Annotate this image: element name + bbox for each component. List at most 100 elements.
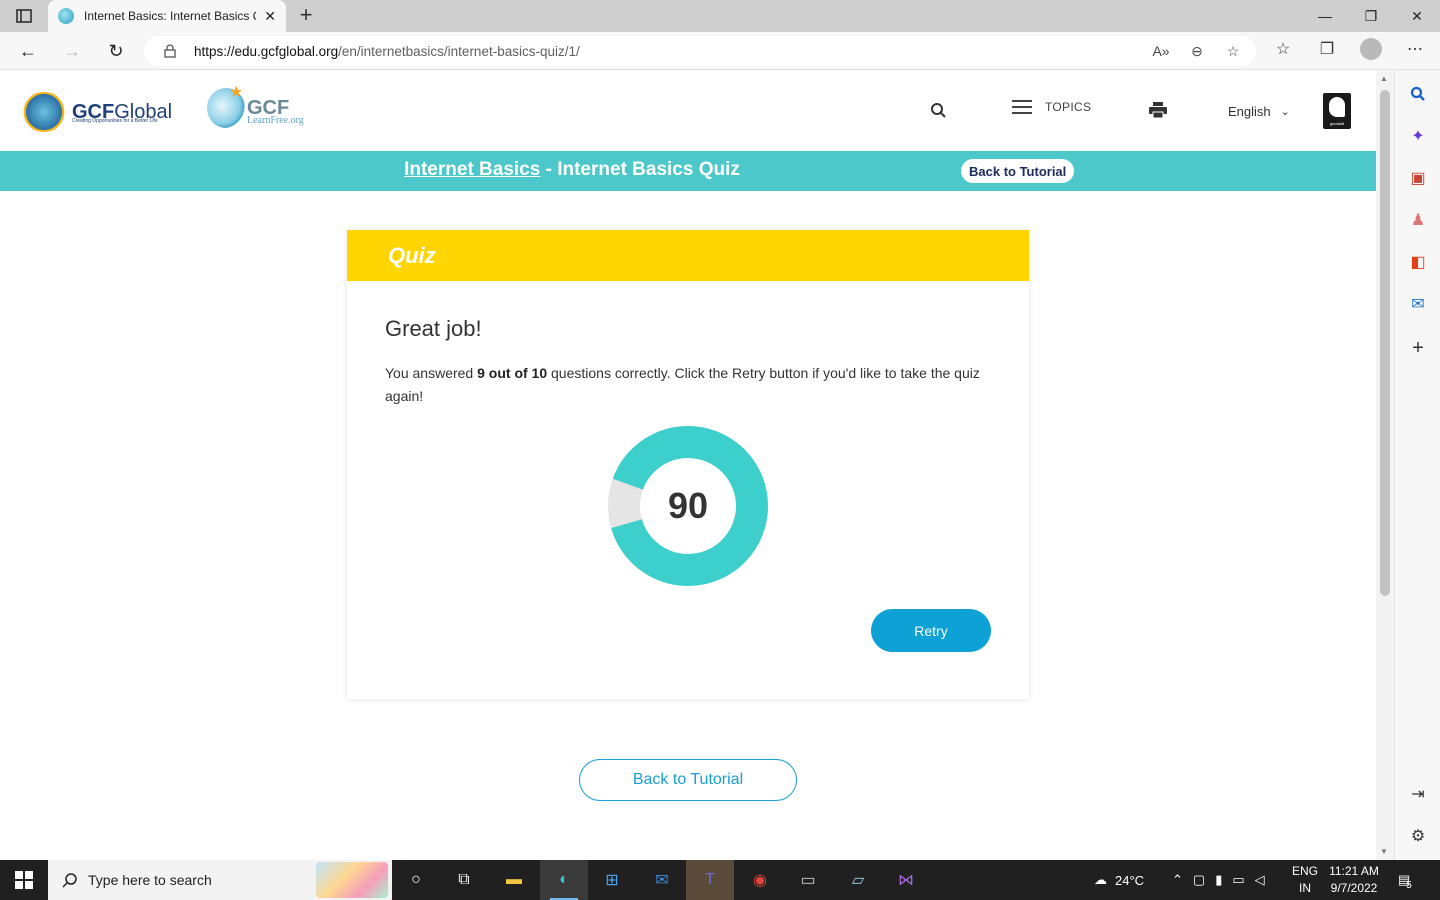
store-icon[interactable]: ⊞: [588, 860, 636, 900]
more-menu-icon[interactable]: ⋯: [1404, 38, 1426, 60]
tutorial-link[interactable]: Internet Basics: [404, 159, 540, 180]
chrome-icon[interactable]: ◉: [736, 860, 784, 900]
browser-tab-strip: Internet Basics: Internet Basics Q ✕ + —…: [0, 0, 1440, 32]
task-view-icon[interactable]: ⧉: [440, 860, 488, 900]
taskbar-search-box[interactable]: Type here to search: [48, 860, 392, 900]
outlook-icon[interactable]: ✉: [1406, 292, 1430, 316]
url-text: https://edu.gcfglobal.org/en/internetbas…: [194, 43, 580, 59]
close-window-button[interactable]: ✕: [1394, 0, 1440, 32]
gcfglobal-logo-icon: [22, 92, 66, 132]
minimize-button[interactable]: —: [1302, 0, 1348, 32]
notepad-icon[interactable]: ▱: [834, 860, 882, 900]
gcfglobal-logo[interactable]: GCFGlobal Creating Opportunities for a B…: [22, 92, 172, 132]
refresh-icon[interactable]: ↻: [102, 38, 130, 64]
goodwill-text: goodwill: [1329, 121, 1345, 126]
meet-now-icon[interactable]: ▢: [1193, 872, 1205, 888]
result-text: You answered 9 out of 10 questions corre…: [385, 365, 980, 404]
page-scrollbar[interactable]: ▲ ▼: [1376, 70, 1394, 860]
topics-menu-button[interactable]: TOPICS: [1012, 100, 1091, 114]
address-bar-icons: A» ⊖ ☆: [1152, 42, 1242, 60]
clock-date: 9/7/2022: [1330, 881, 1378, 895]
score-donut-chart: 90: [607, 425, 769, 587]
language-selector[interactable]: English ⌄: [1228, 104, 1290, 119]
page-title: Internet Basics Quiz: [557, 159, 740, 180]
back-to-tutorial-top-button[interactable]: Back to Tutorial: [961, 159, 1075, 183]
edge-browser-icon[interactable]: ◐: [540, 860, 588, 900]
goodwill-g-icon: [1329, 97, 1345, 117]
score-value: 90: [667, 485, 709, 526]
mail-icon[interactable]: ✉: [638, 860, 686, 900]
scrollbar-thumb[interactable]: [1380, 90, 1390, 596]
tab-actions-icon: [16, 9, 32, 23]
learnfree-logo-sub: LearnFree.org: [247, 115, 304, 126]
lock-icon[interactable]: [162, 43, 178, 59]
office-icon[interactable]: ◧: [1406, 250, 1430, 274]
scroll-down-icon[interactable]: ▼: [1380, 847, 1388, 856]
gcfglobal-tagline: Creating Opportunities for a Better Life: [72, 118, 158, 124]
file-explorer-icon[interactable]: ▬: [490, 860, 538, 900]
notifications-button[interactable]: ▤ 5: [1398, 860, 1412, 900]
clock-time: 11:21 AM: [1329, 864, 1379, 878]
goodwill-logo[interactable]: goodwill: [1323, 93, 1351, 129]
breadcrumb: Internet Basics - Internet Basics Quiz: [0, 159, 1376, 181]
tab-title: Internet Basics: Internet Basics Q: [84, 9, 257, 23]
zoom-out-icon[interactable]: ⊖: [1188, 42, 1206, 60]
site-favicon-icon: [58, 8, 74, 24]
start-button[interactable]: [0, 860, 48, 900]
discover-sparkle-icon[interactable]: ✦: [1406, 124, 1430, 148]
web-page: GCFGlobal Creating Opportunities for a B…: [0, 70, 1376, 860]
hamburger-icon: [1012, 100, 1032, 114]
add-favorite-icon[interactable]: ☆: [1224, 42, 1242, 60]
cortana-icon[interactable]: ○: [392, 860, 440, 900]
forward-arrow-icon[interactable]: →: [58, 38, 86, 64]
hide-sidebar-icon[interactable]: ⇥: [1406, 782, 1430, 806]
edge-sidebar: ✦ ▣ ♟ ◧ ✉ + ⇥ ⚙: [1394, 70, 1440, 860]
topics-label: TOPICS: [1045, 100, 1092, 114]
games-icon[interactable]: ♟: [1406, 208, 1430, 232]
new-tab-button[interactable]: +: [294, 4, 318, 28]
site-search-icon[interactable]: [930, 102, 948, 120]
profile-avatar[interactable]: [1360, 38, 1382, 60]
weather-widget[interactable]: ☁ 24°C: [1094, 860, 1144, 900]
microphone-icon[interactable]: ▮: [1215, 872, 1222, 888]
terminal-icon[interactable]: ▭: [784, 860, 832, 900]
star-icon: ★: [229, 84, 244, 101]
teams-icon[interactable]: T: [686, 860, 734, 900]
print-icon[interactable]: [1149, 102, 1167, 119]
tab-close-icon[interactable]: ✕: [264, 8, 276, 25]
breadcrumb-separator: -: [540, 159, 558, 180]
add-icon[interactable]: +: [1406, 336, 1430, 360]
retry-button[interactable]: Retry: [871, 609, 991, 652]
input-language-indicator[interactable]: ENG IN: [1290, 863, 1320, 897]
back-arrow-icon[interactable]: ←: [14, 38, 42, 64]
taskbar-search-placeholder: Type here to search: [88, 872, 212, 888]
chevron-up-icon[interactable]: ⌃: [1172, 872, 1183, 888]
tab-actions-button[interactable]: [10, 6, 38, 26]
browser-tab[interactable]: Internet Basics: Internet Basics Q ✕: [48, 0, 286, 32]
windows-logo-icon: [15, 871, 33, 889]
system-tray-icons: ⌃ ▢ ▮ ▭ ◁: [1172, 860, 1265, 900]
collections-icon[interactable]: ❐: [1316, 38, 1338, 60]
gcf-learnfree-logo[interactable]: ★ GCF LearnFree.org: [207, 84, 304, 128]
weather-temp: 24°C: [1115, 872, 1145, 888]
browser-toolbar-right: ☆ ❐ ⋯: [1272, 38, 1426, 60]
visual-studio-icon[interactable]: ⋈: [882, 860, 930, 900]
windows-taskbar: Type here to search ○ ⧉ ▬ ◐ ⊞ ✉ T ◉ ▭ ▱ …: [0, 860, 1440, 900]
network-icon[interactable]: ▭: [1232, 872, 1244, 888]
search-icon[interactable]: [1406, 82, 1430, 106]
address-bar[interactable]: https://edu.gcfglobal.org/en/internetbas…: [144, 36, 1256, 66]
back-to-tutorial-button[interactable]: Back to Tutorial: [579, 759, 797, 801]
language-label: English: [1228, 104, 1271, 119]
notification-count: 5: [1406, 879, 1412, 891]
address-toolbar: ← → ↻ https://edu.gcfglobal.org/en/inter…: [0, 32, 1440, 70]
cloud-icon: ☁: [1094, 872, 1107, 887]
scroll-up-icon[interactable]: ▲: [1380, 74, 1388, 83]
restore-button[interactable]: ❐: [1348, 0, 1394, 32]
settings-gear-icon[interactable]: ⚙: [1406, 824, 1430, 848]
volume-icon[interactable]: ◁: [1255, 872, 1265, 888]
tools-icon[interactable]: ▣: [1406, 166, 1430, 190]
read-aloud-icon[interactable]: A»: [1152, 42, 1170, 60]
favorites-icon[interactable]: ☆: [1272, 38, 1294, 60]
taskbar-clock[interactable]: 11:21 AM 9/7/2022: [1326, 863, 1382, 897]
search-icon: [62, 873, 77, 888]
